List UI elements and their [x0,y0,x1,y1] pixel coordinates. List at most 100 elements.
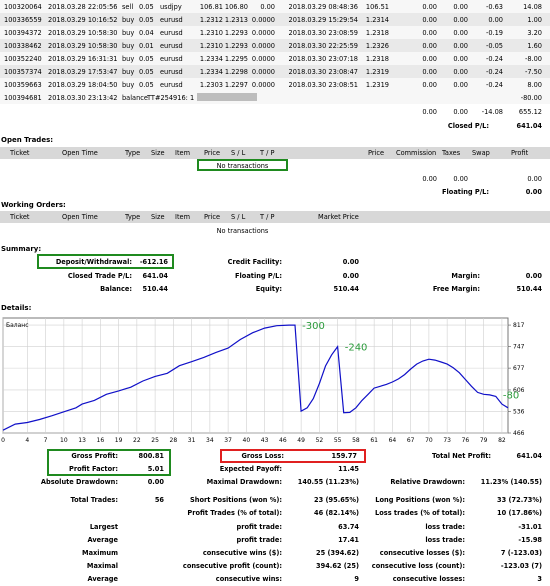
total-swap: -14.08 [481,108,503,116]
balance-chart: 4665366066777478170 4 7 10 13 16 19 22 25 28 31 34 3… [1,317,525,444]
floating-pl-value: 0.00 [525,188,542,196]
floating-pl-label: Floating P/L: [442,188,489,196]
cell-size: 0.04 [139,29,154,37]
cell-open-time: 2018.03.28 22:05:56 [48,3,118,11]
profit-factor-value: 5.01 [147,465,164,473]
y-tick-label: 677 [513,365,525,372]
largest-profit-value: 63.74 [338,523,359,531]
closed-pl-value: 641.04 [516,122,542,130]
x-tick-label: 61 [370,437,378,444]
x-tick-label: 0 [1,437,5,444]
cell-item: eurusd [160,68,183,76]
cell-close-price: 1.2314 [365,16,389,24]
table-row: 100394372 2018.03.29 10:58:30 buy 0.04 eurus… [0,26,550,39]
maximal-loss-label: consecutive loss (count): [371,562,465,570]
total-net-label: Total Net Profit: [431,452,491,460]
cell-sl: 1.2298 [224,68,248,76]
cell-close-time: 2018.03.29 08:48:36 [288,3,358,11]
cell-profit: 8.00 [527,81,542,89]
cell-taxes: 0.00 [453,16,468,24]
cell-profit: 3.20 [527,29,542,37]
cell-open-time: 2018.03.29 18:04:50 [48,81,118,89]
col-close-price: Price [368,149,385,157]
equity-label: Equity: [255,285,282,293]
balance-label: Balance: [100,285,132,293]
table-row: 100352240 2018.03.29 16:31:31 buy 0.05 eurus… [0,52,550,65]
table-row: 100320064 2018.03.28 22:05:56 sell 0.05 usdj… [0,0,550,13]
cell-ticket: 100336559 [4,16,42,24]
cell-type: buy [122,81,135,89]
col-size: Size [151,149,165,157]
avg-losses-label: consecutive losses: [392,575,465,583]
maximal-loss-value: -123.03 (7) [500,562,542,570]
cell-commission: 0.00 [422,16,437,24]
y-tick-label: 817 [513,322,525,329]
cell-close-time: 2018.03.30 23:08:59 [288,29,358,37]
cell-size: 0.05 [139,55,154,63]
cell-swap: -0.24 [485,81,503,89]
rel-drawdown-value: 11.23% (140.55) [480,478,542,486]
loss-trades-label: Loss trades (% of total): [375,509,465,517]
cell-price: 106.81 [199,3,223,11]
cell-close-time: 2018.03.30 23:08:47 [288,68,358,76]
deposit-value: -612.16 [139,258,168,266]
balance-profit: -80.00 [520,94,542,102]
closed-pl-label: Closed P/L: [447,122,489,130]
avg-wins-value: 9 [354,575,359,583]
balance-ticket: 100394681 [4,94,42,102]
x-tick-label: 25 [151,437,159,444]
wo-col-ticket: Ticket [10,213,30,221]
open-trades-header: Ticket Open Time Type Size Item Price S … [0,147,550,159]
free-margin-value: 510.44 [516,285,542,293]
balance-comment: TT#254916: 1 [147,94,195,102]
avg-wins-label: consecutive wins: [215,575,282,583]
cell-sl: 1.2313 [224,16,248,24]
cell-close-price: 1.2326 [365,42,389,50]
cell-size: 0.05 [139,16,154,24]
open-total-profit: 0.00 [527,175,542,183]
y-tick-label: 747 [513,344,525,351]
cell-close-time: 2018.03.30 23:07:18 [288,55,358,63]
credit-label: Credit Facility: [227,258,282,266]
loss-trades-value: 10 (17.86%) [497,509,542,517]
cell-close-price: 1.2318 [365,29,389,37]
cell-close-price: 1.2318 [365,55,389,63]
cell-sl: 1.2297 [224,81,248,89]
cell-price: 1.2312 [199,16,223,24]
x-tick-label: 4 [25,437,29,444]
cell-tp: 0.0000 [251,81,275,89]
cell-ticket: 100352240 [4,55,42,63]
x-tick-label: 40 [243,437,251,444]
chart-annotation: -240 [345,343,368,354]
cell-tp: 0.0000 [251,42,275,50]
expected-payoff-value: 11.45 [338,465,359,473]
maximal-profit-label: consecutive profit (count): [182,562,282,570]
cell-item: eurusd [160,55,183,63]
x-tick-label: 19 [115,437,123,444]
wo-no-transactions: No transactions [216,227,269,235]
cell-taxes: 0.00 [453,29,468,37]
cell-open-time: 2018.03.29 10:58:30 [48,29,118,37]
cell-swap: -0.05 [485,42,503,50]
table-row: 100359663 2018.03.29 18:04:50 buy 0.05 eurus… [0,78,550,91]
cell-swap: -0.63 [485,3,503,11]
open-total-taxes: 0.00 [453,175,468,183]
open-trades-title: Open Trades: [1,136,54,144]
cell-taxes: 0.00 [453,81,468,89]
cell-ticket: 100357374 [4,68,42,76]
total-net-value: 641.04 [516,452,542,460]
summary-floating-value: 0.00 [342,272,359,280]
cell-close-time: 2018.03.29 15:29:54 [288,16,358,24]
chart-title: Баланс [6,322,29,329]
chart-annotation: -300 [302,321,325,332]
cell-size: 0.05 [139,68,154,76]
avg-consecutive-label: Average [87,575,118,583]
open-no-transactions: No transactions [216,162,269,170]
cell-type: buy [122,68,135,76]
table-row: 100338462 2018.03.29 10:58:30 buy 0.01 eurus… [0,39,550,52]
cell-commission: 0.00 [422,29,437,37]
x-tick-label: 10 [60,437,68,444]
cell-profit: -7.50 [524,68,542,76]
x-tick-label: 34 [206,437,214,444]
wo-col-item: Item [175,213,191,221]
